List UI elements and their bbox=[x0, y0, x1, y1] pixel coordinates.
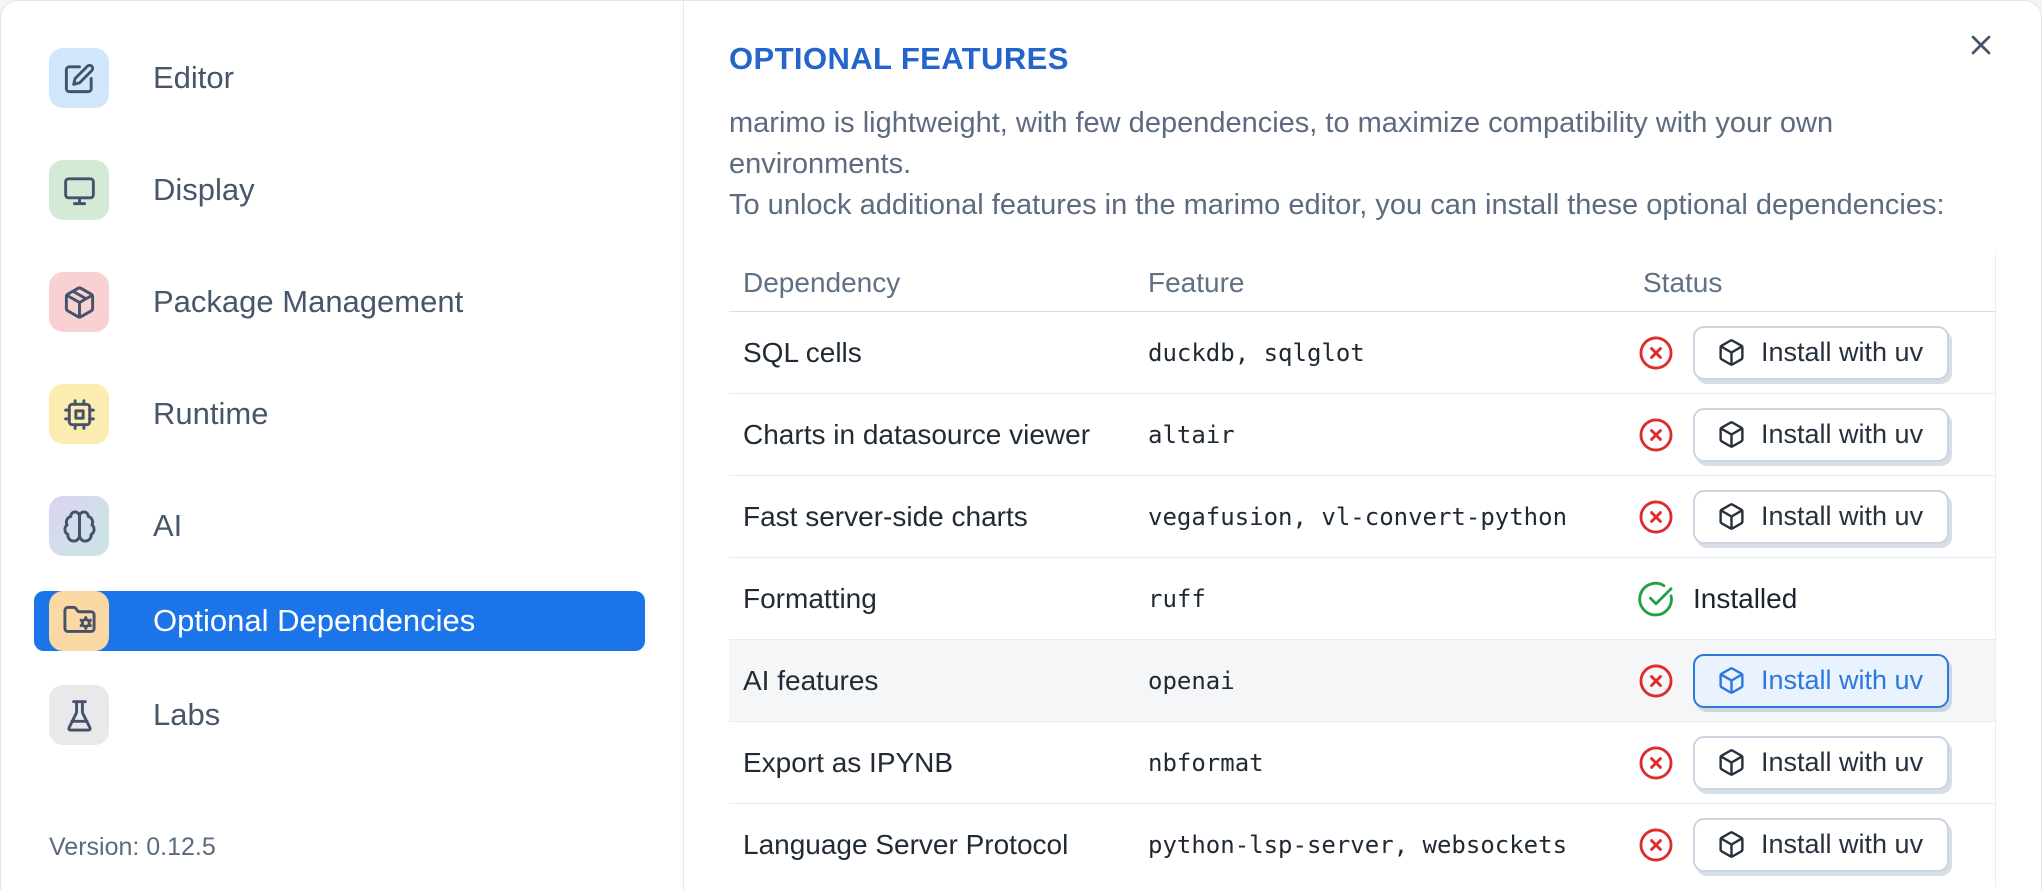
install-with-uv-button[interactable]: Install with uv bbox=[1693, 818, 1950, 872]
package-cube-icon bbox=[1719, 666, 1744, 694]
package-box-icon bbox=[49, 272, 109, 332]
install-with-uv-button[interactable]: Install with uv bbox=[1693, 325, 1950, 380]
table-header-row: Dependency Feature Status bbox=[729, 254, 1995, 312]
status-cell: Installed bbox=[1629, 580, 1995, 618]
sidebar-item-ai[interactable]: AI bbox=[49, 496, 683, 556]
table-row: Language Server Protocol python-lsp-serv… bbox=[729, 804, 1995, 886]
package-cube-icon bbox=[1719, 831, 1744, 858]
package-cube-icon bbox=[1719, 748, 1744, 776]
install-with-uv-button[interactable]: Install with uv bbox=[1693, 407, 1950, 462]
description-line-1: marimo is lightweight, with few dependen… bbox=[729, 107, 1834, 180]
sidebar-item-runtime[interactable]: Runtime bbox=[49, 384, 683, 444]
feature-cell: duckdb, sqlglot bbox=[1148, 338, 1365, 367]
column-header-feature: Feature bbox=[1148, 266, 1245, 298]
dependency-cell: Export as IPYNB bbox=[743, 746, 954, 778]
folder-cog-icon bbox=[49, 590, 109, 651]
dependency-cell: SQL cells bbox=[743, 336, 862, 368]
sidebar-item-optional-dependencies[interactable]: Optional Dependencies bbox=[34, 590, 645, 651]
settings-nav: Editor Display Package Management Runtim… bbox=[34, 48, 683, 745]
not-installed-icon bbox=[1637, 744, 1675, 782]
install-button-label: Install with uv bbox=[1761, 418, 1924, 449]
feature-cell: ruff bbox=[1148, 584, 1206, 613]
column-header-dependency: Dependency bbox=[743, 266, 901, 298]
package-cube-icon bbox=[1719, 502, 1744, 530]
status-cell: Install with uv bbox=[1629, 735, 1995, 790]
install-button-label: Install with uv bbox=[1761, 664, 1924, 695]
install-with-uv-button[interactable]: Install with uv bbox=[1693, 653, 1950, 708]
install-with-uv-button[interactable]: Install with uv bbox=[1693, 489, 1950, 544]
install-button-label: Install with uv bbox=[1761, 336, 1924, 367]
table-row: AI features openai Install with uv bbox=[729, 640, 1995, 722]
status-cell: Install with uv bbox=[1629, 489, 1995, 544]
install-button-label: Install with uv bbox=[1761, 829, 1924, 859]
column-header-status: Status bbox=[1643, 266, 1723, 298]
brain-icon bbox=[49, 496, 109, 556]
cpu-icon bbox=[49, 384, 109, 444]
dependencies-table: Dependency Feature Status SQL cells duck… bbox=[729, 254, 1996, 886]
not-installed-icon bbox=[1637, 416, 1675, 454]
sidebar-item-package-management[interactable]: Package Management bbox=[49, 272, 683, 332]
version-label: Version: 0.12.5 bbox=[49, 833, 216, 861]
feature-cell: vegafusion, vl-convert-python bbox=[1148, 502, 1568, 531]
dependency-cell: AI features bbox=[743, 664, 879, 696]
sidebar-item-label: Editor bbox=[153, 60, 234, 95]
panel-description: marimo is lightweight, with few dependen… bbox=[729, 103, 1996, 226]
feature-cell: python-lsp-server, websockets bbox=[1148, 831, 1568, 859]
status-cell: Install with uv bbox=[1629, 653, 1995, 708]
sidebar-item-label: Package Management bbox=[153, 284, 464, 319]
table-row: Fast server-side charts vegafusion, vl-c… bbox=[729, 476, 1995, 558]
optional-features-panel: OPTIONAL FEATURES marimo is lightweight,… bbox=[684, 1, 2041, 890]
sidebar-item-display[interactable]: Display bbox=[49, 160, 683, 220]
feature-cell: altair bbox=[1148, 420, 1235, 449]
package-cube-icon bbox=[1719, 420, 1744, 448]
feature-cell: nbformat bbox=[1148, 748, 1264, 777]
edit-pencil-square-icon bbox=[49, 48, 109, 108]
not-installed-icon bbox=[1637, 498, 1675, 536]
table-row: SQL cells duckdb, sqlglot Install with u… bbox=[729, 312, 1995, 394]
page-title: OPTIONAL FEATURES bbox=[729, 41, 1069, 76]
settings-dialog: Editor Display Package Management Runtim… bbox=[0, 0, 2042, 890]
description-line-2: To unlock additional features in the mar… bbox=[729, 189, 1945, 221]
not-installed-icon bbox=[1637, 334, 1675, 372]
dependency-cell: Language Server Protocol bbox=[743, 829, 1069, 860]
package-cube-icon bbox=[1719, 338, 1744, 366]
install-with-uv-button[interactable]: Install with uv bbox=[1693, 735, 1950, 790]
dependency-cell: Charts in datasource viewer bbox=[743, 418, 1091, 450]
settings-sidebar: Editor Display Package Management Runtim… bbox=[1, 1, 684, 890]
dependency-cell: Formatting bbox=[743, 582, 877, 614]
monitor-icon bbox=[49, 160, 109, 220]
status-cell: Install with uv bbox=[1629, 325, 1995, 380]
close-button[interactable] bbox=[1959, 23, 2003, 67]
table-row: Formatting ruff Installed bbox=[729, 558, 1995, 640]
install-button-label: Install with uv bbox=[1761, 500, 1924, 531]
flask-icon bbox=[49, 685, 109, 745]
sidebar-item-label: Runtime bbox=[153, 396, 269, 431]
sidebar-item-label: AI bbox=[153, 508, 183, 543]
sidebar-item-label: Labs bbox=[153, 697, 221, 732]
sidebar-item-label: Display bbox=[153, 172, 255, 207]
status-cell: Install with uv bbox=[1629, 407, 1995, 462]
not-installed-icon bbox=[1637, 662, 1675, 700]
sidebar-item-editor[interactable]: Editor bbox=[49, 48, 683, 108]
table-row: Export as IPYNB nbformat Install with uv bbox=[729, 722, 1995, 804]
installed-label: Installed bbox=[1693, 582, 1798, 614]
install-button-label: Install with uv bbox=[1761, 746, 1924, 777]
sidebar-item-labs[interactable]: Labs bbox=[49, 685, 683, 745]
installed-check-icon bbox=[1637, 580, 1675, 618]
table-row: Charts in datasource viewer altair Insta… bbox=[729, 394, 1995, 476]
dependency-cell: Fast server-side charts bbox=[743, 500, 1028, 532]
close-icon bbox=[1971, 35, 1991, 55]
feature-cell: openai bbox=[1148, 666, 1235, 695]
sidebar-item-label: Optional Dependencies bbox=[153, 602, 476, 638]
not-installed-icon bbox=[1637, 826, 1675, 864]
status-cell: Install with uv bbox=[1629, 818, 1995, 872]
